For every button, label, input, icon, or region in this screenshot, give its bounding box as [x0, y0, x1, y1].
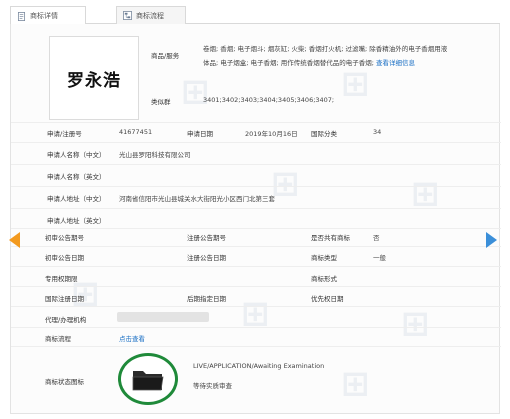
reg-no-value: 41677451	[119, 128, 153, 136]
divider	[11, 306, 501, 307]
applicant-cn-value: 光山县罗阳科技有限公司	[119, 151, 191, 159]
folder-icon	[132, 371, 164, 391]
agent-label: 代理/办理机构	[45, 316, 87, 324]
divider	[11, 286, 501, 287]
reg-pub-no-label: 注册公告期号	[187, 234, 226, 242]
trademark-detail-page: 商标详情 商标流程 ⊞ ⊞ ⊞ ⊞ ⊞ ⊞ ⊞ ⊞ 罗永浩 商品/服务 卷烟; …	[0, 0, 510, 419]
address-cn-label: 申请人地址（中文）	[47, 195, 106, 203]
applicant-en-label: 申请人名称（英文）	[47, 173, 106, 181]
similar-group-value: 3401;3402;3403;3404;3405;3406;3407;	[203, 96, 335, 104]
priority-date-label: 优先权日期	[311, 295, 344, 303]
divider	[11, 346, 501, 347]
address-cn-value: 河南省信阳市光山县城关水大街阳光小区西门北第三套	[119, 195, 275, 203]
divider	[11, 142, 501, 143]
watermark-glyph: ⊞	[271, 164, 300, 204]
exclusive-period-label: 专用权期限	[45, 275, 78, 283]
tab-trademark-detail[interactable]: 商标详情	[10, 6, 86, 25]
status-icon-label: 商标状态图标	[45, 378, 84, 386]
trademark-image: 罗永浩	[49, 36, 139, 120]
intl-class-value: 34	[373, 128, 382, 136]
watermark-glyph: ⊞	[341, 64, 370, 104]
divider	[11, 186, 501, 187]
intl-class-label: 国际分类	[311, 130, 337, 138]
watermark-glyph: ⊞	[401, 304, 430, 344]
intl-reg-date-label: 国际注册日期	[45, 295, 84, 303]
goods-line-2: 体品; 电子烟盒; 电子香烟; 用作传统香烟替代品的电子香烟; 查看详细信息	[203, 59, 416, 67]
tm-type-label: 商标类型	[311, 254, 337, 262]
divider	[11, 164, 501, 165]
similar-group-label: 类似群	[151, 98, 171, 106]
status-en-text: LIVE/APPLICATION/Awaiting Examination	[193, 362, 325, 370]
status-cn-text: 等待实质审查	[193, 382, 232, 390]
address-en-label: 申请人地址（英文）	[47, 217, 106, 225]
reg-no-label: 申请/注册号	[47, 130, 82, 138]
tab-bar: 商标详情 商标流程	[10, 4, 500, 25]
goods-label: 商品/服务	[151, 52, 180, 60]
shared-tm-label: 是否共有商标	[311, 234, 350, 242]
document-icon	[17, 11, 26, 21]
watermark-glyph: ⊞	[241, 294, 270, 334]
divider	[11, 208, 501, 209]
tab-trademark-process[interactable]: 商标流程	[116, 6, 186, 24]
watermark-glyph: ⊞	[341, 364, 370, 404]
apply-date-label: 申请日期	[187, 130, 213, 138]
prelim-pub-no-label: 初审公告期号	[45, 234, 84, 242]
arrow-left-icon[interactable]	[9, 232, 20, 248]
arrow-right-icon[interactable]	[486, 232, 497, 248]
later-designation-label: 后期指定日期	[187, 295, 226, 303]
watermark-glyph: ⊞	[181, 72, 210, 112]
agent-value-redacted	[117, 312, 209, 322]
divider	[11, 327, 501, 328]
reg-pub-date-label: 注册公告日期	[187, 254, 226, 262]
view-details-link[interactable]: 查看详细信息	[376, 59, 415, 67]
view-process-link[interactable]: 点击查看	[119, 333, 145, 343]
divider	[11, 228, 501, 229]
shared-tm-value: 否	[373, 234, 380, 242]
divider	[11, 122, 501, 123]
status-icon-badge	[118, 353, 178, 405]
detail-card: ⊞ ⊞ ⊞ ⊞ ⊞ ⊞ ⊞ ⊞ 罗永浩 商品/服务 卷烟; 香烟; 电子烟斗; …	[10, 24, 501, 414]
divider	[11, 266, 501, 267]
flowchart-icon	[123, 11, 132, 20]
divider	[11, 246, 501, 247]
process-label: 商标流程	[45, 335, 71, 343]
prelim-pub-date-label: 初审公告日期	[45, 254, 84, 262]
tm-form-label: 商标形式	[311, 275, 337, 283]
goods-line-1: 卷烟; 香烟; 电子烟斗; 烟灰缸; 火柴; 香烟打火机; 过滤嘴; 除香精油外…	[203, 45, 448, 53]
trademark-logo-text: 罗永浩	[67, 70, 121, 91]
apply-date-value: 2019年10月16日	[245, 130, 298, 138]
tab-label: 商标流程	[136, 11, 164, 20]
tm-type-value: 一般	[373, 254, 386, 262]
tab-label: 商标详情	[30, 12, 58, 20]
applicant-cn-label: 申请人名称（中文）	[47, 151, 106, 159]
